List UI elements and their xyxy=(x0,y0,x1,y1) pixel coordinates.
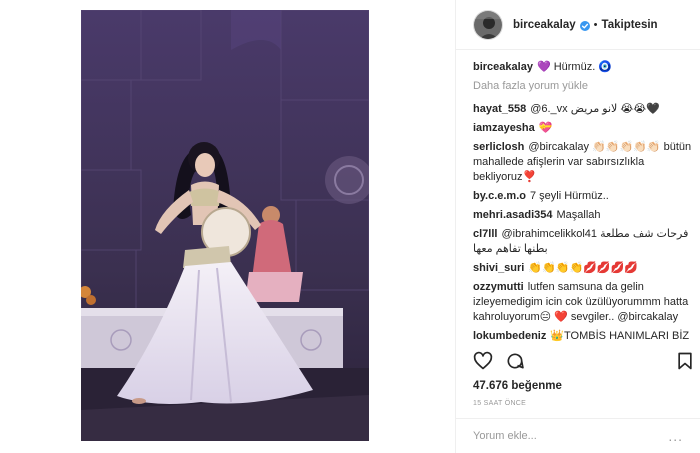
comment-username[interactable]: shivi_suri xyxy=(473,262,524,274)
comment-item: shivi_suri 👏👏👏👏💋💋💋💋 xyxy=(473,261,695,276)
comment-username[interactable]: hayat_558 xyxy=(473,103,526,115)
heart-icon[interactable] xyxy=(473,351,493,371)
dancer-photo-image xyxy=(81,10,369,441)
caption-text: 💜 Hürmüz. 🧿 xyxy=(536,61,613,73)
caption-username[interactable]: birceakalay xyxy=(473,61,533,73)
action-bar xyxy=(473,351,695,377)
comment-item: serliclosh @bircakalay 👏🏻👏🏻👏🏻👏🏻👏🏻 bütün m… xyxy=(473,140,695,185)
avatar[interactable] xyxy=(473,9,503,40)
post-timestamp: 15 SAAT ÖNCE xyxy=(473,400,527,407)
comment-item: mehri.asadi354 Maşallah xyxy=(473,208,695,223)
comment-username[interactable]: iamzayesha xyxy=(473,122,535,134)
comment-text: Maşallah xyxy=(556,209,601,221)
avatar-image xyxy=(474,10,502,39)
comment-item: hayat_558 @6._vx لانو مريض 😭😭🖤 xyxy=(473,102,695,117)
comment-item: cl7lll @ibrahimcelikkol41 فرحات شف مطلعة … xyxy=(473,227,695,257)
more-options-icon[interactable]: ... xyxy=(668,428,683,444)
comment-text: 💝 xyxy=(538,122,553,134)
comment-text: 👑TOMBİS HANIMLARI BİZ xyxy=(550,330,690,342)
comment-text: @6._vx لانو مريض 😭😭🖤 xyxy=(530,103,660,115)
comment-item: ozzymutti lutfen samsuna da gelin izleyem… xyxy=(473,280,695,325)
comment-text: @ibrahimcelikkol41 فرحات شف مطلعة بطنها … xyxy=(473,228,689,255)
comment-item: iamzayesha 💝 xyxy=(473,121,695,136)
likes-count[interactable]: 47.676 beğenme xyxy=(473,380,562,392)
header-username[interactable]: birceakalay xyxy=(513,19,576,31)
verified-badge-icon xyxy=(579,20,590,31)
comment-username[interactable]: lokumbedeniz xyxy=(473,330,546,342)
comment-composer: ... xyxy=(456,418,700,453)
post-details-pane: birceakalay • Takiptesin birceakalay 💜 Hü… xyxy=(456,0,700,453)
following-button[interactable]: Takiptesin xyxy=(602,19,658,31)
bookmark-icon[interactable] xyxy=(675,351,695,371)
comment-item: lokumbedeniz 👑TOMBİS HANIMLARI BİZ xyxy=(473,329,695,344)
caption: birceakalay 💜 Hürmüz. 🧿 xyxy=(473,60,695,75)
comment-username[interactable]: cl7lll xyxy=(473,228,497,240)
comment-username[interactable]: by.c.e.m.o xyxy=(473,190,526,202)
header-separator: • xyxy=(593,18,598,31)
comment-icon[interactable] xyxy=(505,351,525,371)
comment-input[interactable] xyxy=(473,430,669,442)
comment-username[interactable]: serliclosh xyxy=(473,141,524,153)
comments-list: birceakalay 💜 Hürmüz. 🧿 Daha fazla yorum … xyxy=(473,60,695,348)
comment-text: 👏👏👏👏💋💋💋💋 xyxy=(528,262,638,274)
post-header: birceakalay • Takiptesin xyxy=(456,0,700,50)
media-pane xyxy=(0,0,455,453)
load-more-comments-button[interactable]: Daha fazla yorum yükle xyxy=(473,79,695,94)
post-photo[interactable] xyxy=(81,10,369,441)
comment-username[interactable]: ozzymutti xyxy=(473,281,524,293)
comment-text: 7 şeyli Hürmüz.. xyxy=(529,190,609,202)
comment-username[interactable]: mehri.asadi354 xyxy=(473,209,553,221)
comment-item: by.c.e.m.o 7 şeyli Hürmüz.. xyxy=(473,189,695,204)
